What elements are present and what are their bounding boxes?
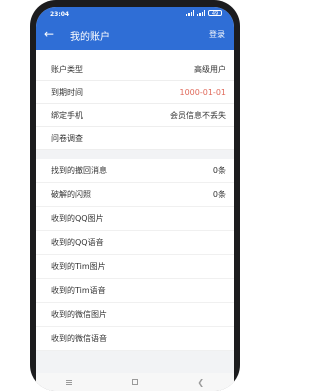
row-label: 绑定手机: [51, 110, 83, 120]
nav-bar: ← 我的账户 登录: [36, 20, 234, 50]
login-button[interactable]: 登录: [209, 29, 225, 40]
row-label: 收到的QQ图片: [51, 214, 104, 223]
section-divider: [36, 150, 234, 159]
row-value: 0条: [212, 166, 226, 175]
row-label: 账户类型: [51, 64, 83, 74]
signal-icon: [197, 10, 205, 16]
stats-row-tim-voice[interactable]: 收到的Tim语音: [36, 279, 234, 303]
row-label: 收到的Tim图片: [51, 262, 106, 271]
back-triangle-icon[interactable]: ❮: [197, 378, 204, 387]
stats-row-qq-voice[interactable]: 收到的QQ语音: [36, 231, 234, 255]
row-label: 问卷调查: [51, 133, 83, 143]
row-value: 会员信息不丢失: [170, 110, 226, 120]
arrow-left-icon[interactable]: ←: [44, 27, 54, 41]
status-icons: 49: [186, 10, 222, 17]
page-title: 我的账户: [70, 32, 110, 43]
row-label: 收到的微信图片: [51, 310, 107, 319]
stats-row-qq-images[interactable]: 收到的QQ图片: [36, 207, 234, 231]
row-label: 收到的Tim语音: [51, 286, 106, 295]
expiry-row: 到期时间 1000-01-01: [36, 81, 234, 104]
row-label: 收到的微信语音: [51, 334, 107, 343]
stats-row-tim-images[interactable]: 收到的Tim图片: [36, 255, 234, 279]
survey-row[interactable]: 问卷调查: [36, 127, 234, 150]
status-bar: 23:04 49: [36, 7, 234, 20]
home-icon[interactable]: [131, 379, 138, 385]
app-header: 23:04 49 ← 我的账户 登录: [36, 7, 234, 50]
stats-row-wechat-images[interactable]: 收到的微信图片: [36, 303, 234, 327]
account-type-row: 账户类型 高级用户: [36, 58, 234, 81]
stats-list: 找到的撤回消息 0条 破解的闪照 0条 收到的QQ图片 收到的QQ语音 收到的T…: [36, 159, 234, 351]
system-nav-bar: ❮: [36, 373, 234, 391]
stats-row-recalled[interactable]: 找到的撤回消息 0条: [36, 159, 234, 183]
account-info-list: 账户类型 高级用户 到期时间 1000-01-01 绑定手机 会员信息不丢失 问…: [36, 50, 234, 150]
signal-icon: [186, 10, 194, 16]
bind-phone-row[interactable]: 绑定手机 会员信息不丢失: [36, 104, 234, 127]
phone-frame: 23:04 49 ← 我的账户 登录 账户类型 高级用户 到期时间 1000-0…: [30, 0, 240, 391]
stats-row-flash[interactable]: 破解的闪照 0条: [36, 183, 234, 207]
row-value: 0条: [212, 190, 226, 199]
menu-icon[interactable]: [65, 379, 72, 385]
status-time: 23:04: [50, 11, 70, 18]
row-value: 高级用户: [194, 64, 226, 74]
row-label: 收到的QQ语音: [51, 238, 104, 247]
battery-icon: 49: [208, 10, 222, 17]
expiry-date-value: 1000-01-01: [179, 87, 227, 97]
stats-row-wechat-voice[interactable]: 收到的微信语音: [36, 327, 234, 351]
row-label: 找到的撤回消息: [51, 166, 107, 175]
row-label: 破解的闪照: [51, 190, 91, 199]
screen: 23:04 49 ← 我的账户 登录 账户类型 高级用户 到期时间 1000-0…: [36, 7, 234, 391]
row-label: 到期时间: [51, 87, 83, 97]
